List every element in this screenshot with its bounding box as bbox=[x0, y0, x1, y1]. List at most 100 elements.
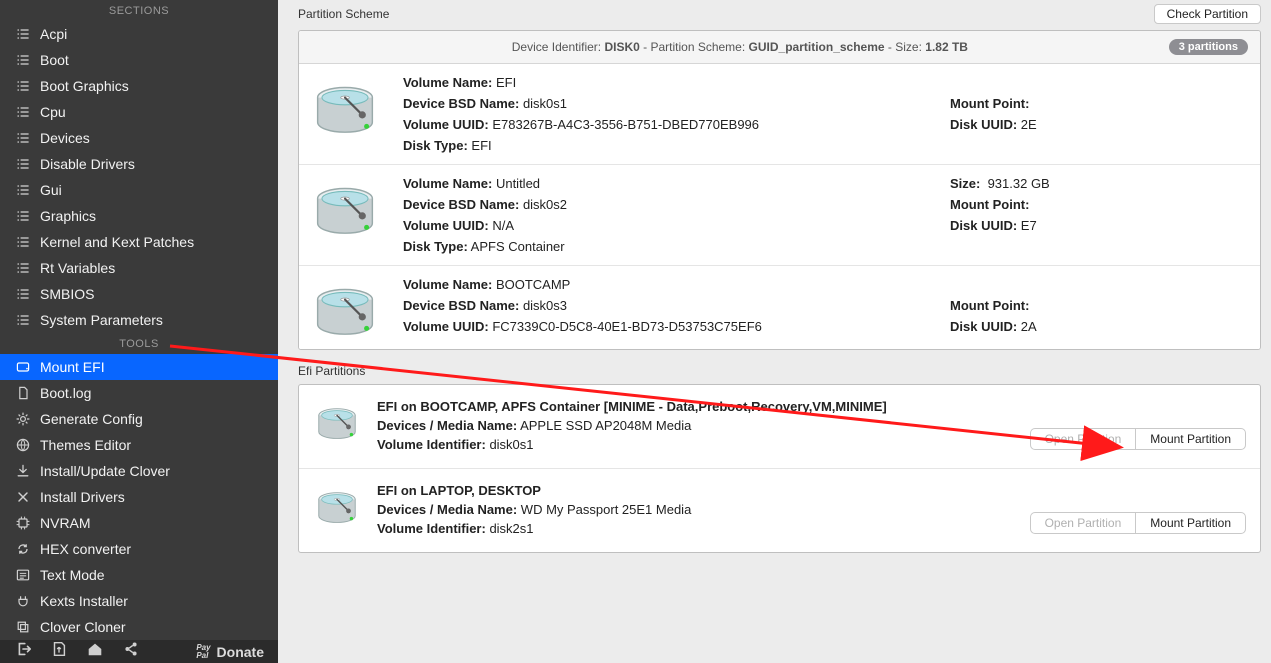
list-icon bbox=[14, 181, 32, 199]
sidebar-item-kernel-and-kext-patches[interactable]: Kernel and Kext Patches bbox=[0, 229, 278, 255]
drive-icon bbox=[14, 358, 32, 376]
sidebar-item-label: Boot.log bbox=[40, 385, 91, 401]
partition-count-badge: 3 partitions bbox=[1169, 39, 1248, 55]
sidebar-item-mount-efi[interactable]: Mount EFI bbox=[0, 354, 278, 380]
sidebar-item-boot-graphics[interactable]: Boot Graphics bbox=[0, 73, 278, 99]
partition-scheme-panel: Device Identifier: DISK0 - Partition Sch… bbox=[298, 30, 1261, 350]
disk-icon bbox=[299, 173, 391, 253]
disk-icon bbox=[299, 72, 391, 152]
list-icon bbox=[14, 285, 32, 303]
sidebar-item-text-mode[interactable]: Text Mode bbox=[0, 562, 278, 588]
open-partition-button[interactable]: Open Partition bbox=[1030, 512, 1136, 534]
list-icon bbox=[14, 51, 32, 69]
sidebar-item-label: Rt Variables bbox=[40, 260, 115, 276]
sidebar: SECTIONS Acpi Boot Boot Graphics Cpu Devices… bbox=[0, 0, 278, 653]
sidebar-item-label: Generate Config bbox=[40, 411, 143, 427]
sidebar-item-install-drivers[interactable]: Install Drivers bbox=[0, 484, 278, 510]
sidebar-item-system-parameters[interactable]: System Parameters bbox=[0, 307, 278, 333]
list-icon bbox=[14, 233, 32, 251]
sidebar-item-label: Boot bbox=[40, 52, 69, 68]
tools-header: TOOLS bbox=[0, 333, 278, 354]
sections-header: SECTIONS bbox=[0, 0, 278, 21]
logout-icon[interactable] bbox=[14, 640, 32, 663]
sidebar-item-label: Boot Graphics bbox=[40, 78, 129, 94]
text-icon bbox=[14, 566, 32, 584]
list-icon bbox=[14, 25, 32, 43]
sidebar-item-clover-cloner[interactable]: Clover Cloner bbox=[0, 614, 278, 640]
sidebar-item-nvram[interactable]: NVRAM bbox=[0, 510, 278, 536]
list-icon bbox=[14, 207, 32, 225]
efi-title: EFI on LAPTOP, DESKTOP bbox=[377, 483, 541, 498]
sidebar-item-gui[interactable]: Gui bbox=[0, 177, 278, 203]
sidebar-item-label: Kexts Installer bbox=[40, 593, 128, 609]
download-icon bbox=[14, 462, 32, 480]
main-area: Partition Scheme Check Partition Device … bbox=[278, 0, 1271, 653]
sidebar-item-generate-config[interactable]: Generate Config bbox=[0, 406, 278, 432]
sidebar-item-disable-drivers[interactable]: Disable Drivers bbox=[0, 151, 278, 177]
sidebar-item-graphics[interactable]: Graphics bbox=[0, 203, 278, 229]
disk-icon bbox=[299, 274, 391, 349]
sidebar-item-hex-converter[interactable]: HEX converter bbox=[0, 536, 278, 562]
sidebar-item-label: Devices bbox=[40, 130, 90, 146]
chip-icon bbox=[14, 514, 32, 532]
disk-icon bbox=[307, 397, 367, 453]
sidebar-item-cpu[interactable]: Cpu bbox=[0, 99, 278, 125]
sidebar-item-label: Graphics bbox=[40, 208, 96, 224]
sidebar-item-label: Kernel and Kext Patches bbox=[40, 234, 194, 250]
share-icon[interactable] bbox=[122, 640, 140, 663]
sidebar-item-label: Disable Drivers bbox=[40, 156, 135, 172]
sidebar-item-kexts-installer[interactable]: Kexts Installer bbox=[0, 588, 278, 614]
efi-row: EFI on BOOTCAMP, APFS Container [MINIME … bbox=[299, 385, 1260, 468]
sidebar-item-boot-log[interactable]: Boot.log bbox=[0, 380, 278, 406]
plug-icon bbox=[14, 592, 32, 610]
sidebar-item-label: NVRAM bbox=[40, 515, 91, 531]
sidebar-item-label: HEX converter bbox=[40, 541, 131, 557]
disk-icon bbox=[307, 481, 367, 537]
export-icon[interactable] bbox=[50, 640, 68, 663]
sidebar-item-smbios[interactable]: SMBIOS bbox=[0, 281, 278, 307]
sidebar-item-themes-editor[interactable]: Themes Editor bbox=[0, 432, 278, 458]
sidebar-item-label: Clover Cloner bbox=[40, 619, 126, 635]
efi-section-label: Efi Partitions bbox=[298, 350, 1261, 384]
globe-icon bbox=[14, 436, 32, 454]
partition-row[interactable]: Volume Name: EFI Device BSD Name: disk0s… bbox=[299, 64, 1260, 164]
sidebar-item-label: Install/Update Clover bbox=[40, 463, 170, 479]
partition-row[interactable]: Volume Name: Untitled Device BSD Name: d… bbox=[299, 164, 1260, 265]
sidebar-item-label: SMBIOS bbox=[40, 286, 94, 302]
refresh-icon bbox=[14, 540, 32, 558]
list-icon bbox=[14, 103, 32, 121]
sidebar-item-boot[interactable]: Boot bbox=[0, 47, 278, 73]
sidebar-item-label: Gui bbox=[40, 182, 62, 198]
sidebar-item-label: Install Drivers bbox=[40, 489, 125, 505]
sidebar-item-label: System Parameters bbox=[40, 312, 163, 328]
doc-icon bbox=[14, 384, 32, 402]
sidebar-item-rt-variables[interactable]: Rt Variables bbox=[0, 255, 278, 281]
copy-icon bbox=[14, 618, 32, 636]
sidebar-item-label: Acpi bbox=[40, 26, 67, 42]
partitions-list[interactable]: Volume Name: EFI Device BSD Name: disk0s… bbox=[299, 64, 1260, 349]
home-icon[interactable] bbox=[86, 640, 104, 663]
mount-partition-button[interactable]: Mount Partition bbox=[1135, 428, 1246, 450]
sidebar-item-install-update-clover[interactable]: Install/Update Clover bbox=[0, 458, 278, 484]
sidebar-item-acpi[interactable]: Acpi bbox=[0, 21, 278, 47]
sidebar-item-label: Text Mode bbox=[40, 567, 105, 583]
list-icon bbox=[14, 155, 32, 173]
sidebar-item-label: Themes Editor bbox=[40, 437, 131, 453]
partition-row[interactable]: Volume Name: BOOTCAMP Device BSD Name: d… bbox=[299, 265, 1260, 349]
mount-partition-button[interactable]: Mount Partition bbox=[1135, 512, 1246, 534]
check-partition-button[interactable]: Check Partition bbox=[1154, 4, 1261, 24]
sidebar-item-label: Mount EFI bbox=[40, 359, 105, 375]
list-icon bbox=[14, 129, 32, 147]
efi-panel: EFI on BOOTCAMP, APFS Container [MINIME … bbox=[298, 384, 1261, 553]
sidebar-item-devices[interactable]: Devices bbox=[0, 125, 278, 151]
bottom-bar: PayPal Donate bbox=[0, 640, 278, 663]
sidebar-item-label: Cpu bbox=[40, 104, 66, 120]
open-partition-button[interactable]: Open Partition bbox=[1030, 428, 1136, 450]
tools-icon bbox=[14, 488, 32, 506]
list-icon bbox=[14, 77, 32, 95]
efi-row: EFI on LAPTOP, DESKTOP Devices / Media N… bbox=[299, 468, 1260, 552]
efi-title: EFI on BOOTCAMP, APFS Container [MINIME … bbox=[377, 399, 887, 414]
page-title: Partition Scheme bbox=[298, 7, 389, 21]
donate-button[interactable]: PayPal Donate bbox=[196, 644, 264, 660]
list-icon bbox=[14, 311, 32, 329]
